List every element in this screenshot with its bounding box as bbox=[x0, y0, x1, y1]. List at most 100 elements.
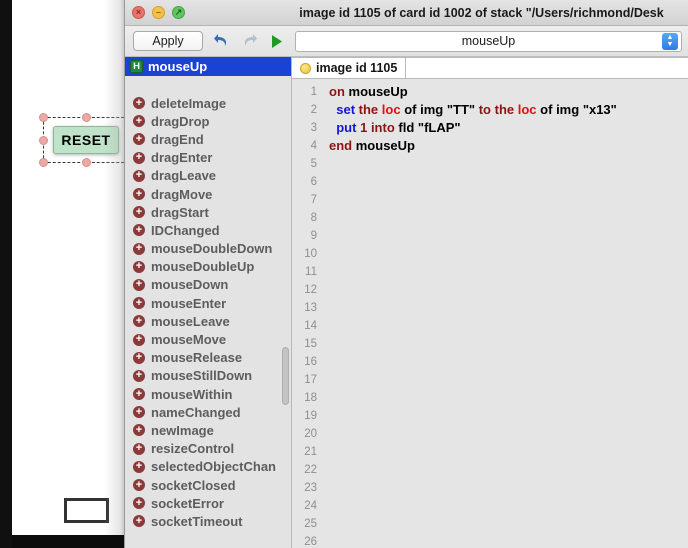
add-handler-icon[interactable]: + bbox=[133, 169, 145, 182]
handler-list-item[interactable]: + dragEnd bbox=[125, 130, 291, 148]
handler-list-item[interactable]: + mouseStillDown bbox=[125, 367, 291, 385]
add-handler-icon[interactable]: + bbox=[133, 442, 145, 455]
handler-list-item-label: mouseDoubleDown bbox=[151, 241, 273, 257]
code-line: end mouseUp bbox=[329, 138, 415, 153]
editor-tab-image-1105[interactable]: image id 1105 bbox=[292, 57, 407, 79]
add-handler-icon[interactable]: + bbox=[133, 297, 145, 310]
undo-icon[interactable] bbox=[211, 30, 231, 52]
reset-button[interactable]: RESET bbox=[53, 126, 119, 154]
handler-list-item[interactable]: + selectedObjectChan bbox=[125, 458, 291, 476]
handler-list-item-label: mouseLeave bbox=[151, 313, 230, 329]
handler-stepper-icon[interactable]: ▲ ▼ bbox=[662, 32, 678, 50]
line-number: 5 bbox=[310, 158, 317, 170]
add-handler-icon[interactable]: + bbox=[133, 497, 145, 510]
handler-list-item-label: socketClosed bbox=[151, 477, 236, 493]
resize-handle-middle-left[interactable] bbox=[39, 136, 48, 145]
handler-list-item[interactable]: + socketError bbox=[125, 494, 291, 512]
add-handler-icon[interactable]: + bbox=[133, 115, 145, 128]
add-handler-icon[interactable]: + bbox=[133, 369, 145, 382]
add-handler-icon[interactable]: + bbox=[133, 260, 145, 273]
handler-list-item-label: mouseRelease bbox=[151, 350, 243, 366]
code-text[interactable]: on mouseUp set the loc of img "TT" to th… bbox=[322, 79, 688, 548]
handler-selector-value: mouseUp bbox=[461, 34, 516, 48]
line-number: 24 bbox=[304, 500, 317, 512]
window-title: image id 1105 of card id 1002 of stack "… bbox=[299, 5, 664, 20]
code-area[interactable]: 1 2 3 4 5 6 7 8 9 10 11 12 13 14 15 16 17 18 19 20 21 22 23 24 2… bbox=[292, 79, 688, 548]
handler-list-item[interactable]: + resizeControl bbox=[125, 440, 291, 458]
handler-list-item[interactable]: + newImage bbox=[125, 421, 291, 439]
add-handler-icon[interactable]: + bbox=[133, 315, 145, 328]
add-handler-icon[interactable]: + bbox=[133, 133, 145, 146]
line-number: 9 bbox=[310, 230, 317, 242]
empty-rectangle-object[interactable] bbox=[64, 498, 109, 523]
handler-list-item[interactable]: + mouseDoubleDown bbox=[125, 240, 291, 258]
handler-list-item[interactable]: + dragEnter bbox=[125, 149, 291, 167]
line-number: 8 bbox=[310, 212, 317, 224]
handler-list-item-label: socketTimeout bbox=[151, 513, 243, 529]
add-handler-icon[interactable]: + bbox=[133, 460, 145, 473]
title-bar[interactable]: × – ↗ image id 1105 of card id 1002 of s… bbox=[125, 0, 688, 26]
handler-list-item[interactable]: + nameChanged bbox=[125, 403, 291, 421]
handler-list-item[interactable]: + mouseEnter bbox=[125, 294, 291, 312]
handler-list-item[interactable]: + mouseWithin bbox=[125, 385, 291, 403]
handler-list-item[interactable]: + dragMove bbox=[125, 185, 291, 203]
stack-card-window[interactable]: RESET bbox=[12, 0, 130, 535]
add-handler-icon[interactable]: + bbox=[133, 151, 145, 164]
resize-handle-top-left[interactable] bbox=[39, 113, 48, 122]
stepper-down-icon: ▼ bbox=[666, 41, 674, 48]
line-number: 14 bbox=[304, 320, 317, 332]
add-handler-icon[interactable]: + bbox=[133, 351, 145, 364]
handler-list-item-label: IDChanged bbox=[151, 222, 220, 238]
run-icon[interactable] bbox=[267, 30, 287, 52]
resize-handle-bottom-center[interactable] bbox=[82, 158, 91, 167]
editor-tab-label: image id 1105 bbox=[316, 61, 398, 75]
handler-list-item[interactable]: + mouseDown bbox=[125, 276, 291, 294]
line-number: 23 bbox=[304, 482, 317, 494]
handler-list-scrollbar[interactable] bbox=[282, 347, 289, 405]
tab-status-icon bbox=[300, 62, 311, 74]
handler-list-item-label: mouseUp bbox=[148, 59, 208, 74]
handler-list-item[interactable]: + dragStart bbox=[125, 203, 291, 221]
handler-list-item-mouseup[interactable]: H mouseUp bbox=[125, 57, 291, 76]
handler-badge-icon: H bbox=[130, 60, 143, 73]
resize-handle-bottom-left[interactable] bbox=[39, 158, 48, 167]
handler-list[interactable]: H mouseUp + deleteImage + dragDrop + dragEnd +… bbox=[125, 57, 292, 548]
add-handler-icon[interactable]: + bbox=[133, 479, 145, 492]
line-number: 3 bbox=[310, 122, 317, 134]
handler-list-item[interactable]: + deleteImage bbox=[125, 94, 291, 112]
script-editor-window[interactable]: × – ↗ image id 1105 of card id 1002 of s… bbox=[124, 0, 688, 548]
handler-list-item-label: dragDrop bbox=[151, 113, 210, 129]
add-handler-icon[interactable]: + bbox=[133, 97, 145, 110]
editor-tab-bar: image id 1105 bbox=[292, 57, 688, 79]
code-pane: image id 1105 1 2 3 4 5 6 7 8 9 10 11 12 13 14 15 16 17 1… bbox=[292, 57, 688, 548]
add-handler-icon[interactable]: + bbox=[133, 406, 145, 419]
add-handler-icon[interactable]: + bbox=[133, 388, 145, 401]
add-handler-icon[interactable]: + bbox=[133, 515, 145, 528]
desktop-bottom-strip bbox=[12, 535, 130, 548]
add-handler-icon[interactable]: + bbox=[133, 224, 145, 237]
add-handler-icon[interactable]: + bbox=[133, 424, 145, 437]
add-handler-icon[interactable]: + bbox=[133, 333, 145, 346]
handler-list-item[interactable]: + socketClosed bbox=[125, 476, 291, 494]
add-handler-icon[interactable]: + bbox=[133, 206, 145, 219]
add-handler-icon[interactable]: + bbox=[133, 278, 145, 291]
handler-list-item[interactable]: + mouseRelease bbox=[125, 349, 291, 367]
handler-list-item[interactable]: + dragLeave bbox=[125, 167, 291, 185]
line-number: 11 bbox=[305, 266, 317, 278]
selected-object-group[interactable]: RESET bbox=[39, 113, 130, 167]
add-handler-icon[interactable]: + bbox=[133, 188, 145, 201]
handler-list-item[interactable]: + socketTimeout bbox=[125, 512, 291, 530]
handler-list-item[interactable]: + mouseMove bbox=[125, 330, 291, 348]
handler-list-item[interactable]: + IDChanged bbox=[125, 221, 291, 239]
add-handler-icon[interactable]: + bbox=[133, 242, 145, 255]
redo-icon[interactable] bbox=[239, 30, 259, 52]
handler-list-item-label: dragStart bbox=[151, 204, 209, 220]
resize-handle-top-center[interactable] bbox=[82, 113, 91, 122]
handler-selector[interactable]: mouseUp ▲ ▼ bbox=[295, 30, 682, 52]
handler-list-item[interactable]: + mouseLeave bbox=[125, 312, 291, 330]
line-number-gutter: 1 2 3 4 5 6 7 8 9 10 11 12 13 14 15 16 17 18 19 20 21 22 23 24 2… bbox=[292, 79, 322, 548]
handler-list-item[interactable]: + mouseDoubleUp bbox=[125, 258, 291, 276]
apply-button[interactable]: Apply bbox=[133, 31, 203, 51]
handler-list-item-label: dragEnd bbox=[151, 131, 204, 147]
handler-list-item[interactable]: + dragDrop bbox=[125, 112, 291, 130]
